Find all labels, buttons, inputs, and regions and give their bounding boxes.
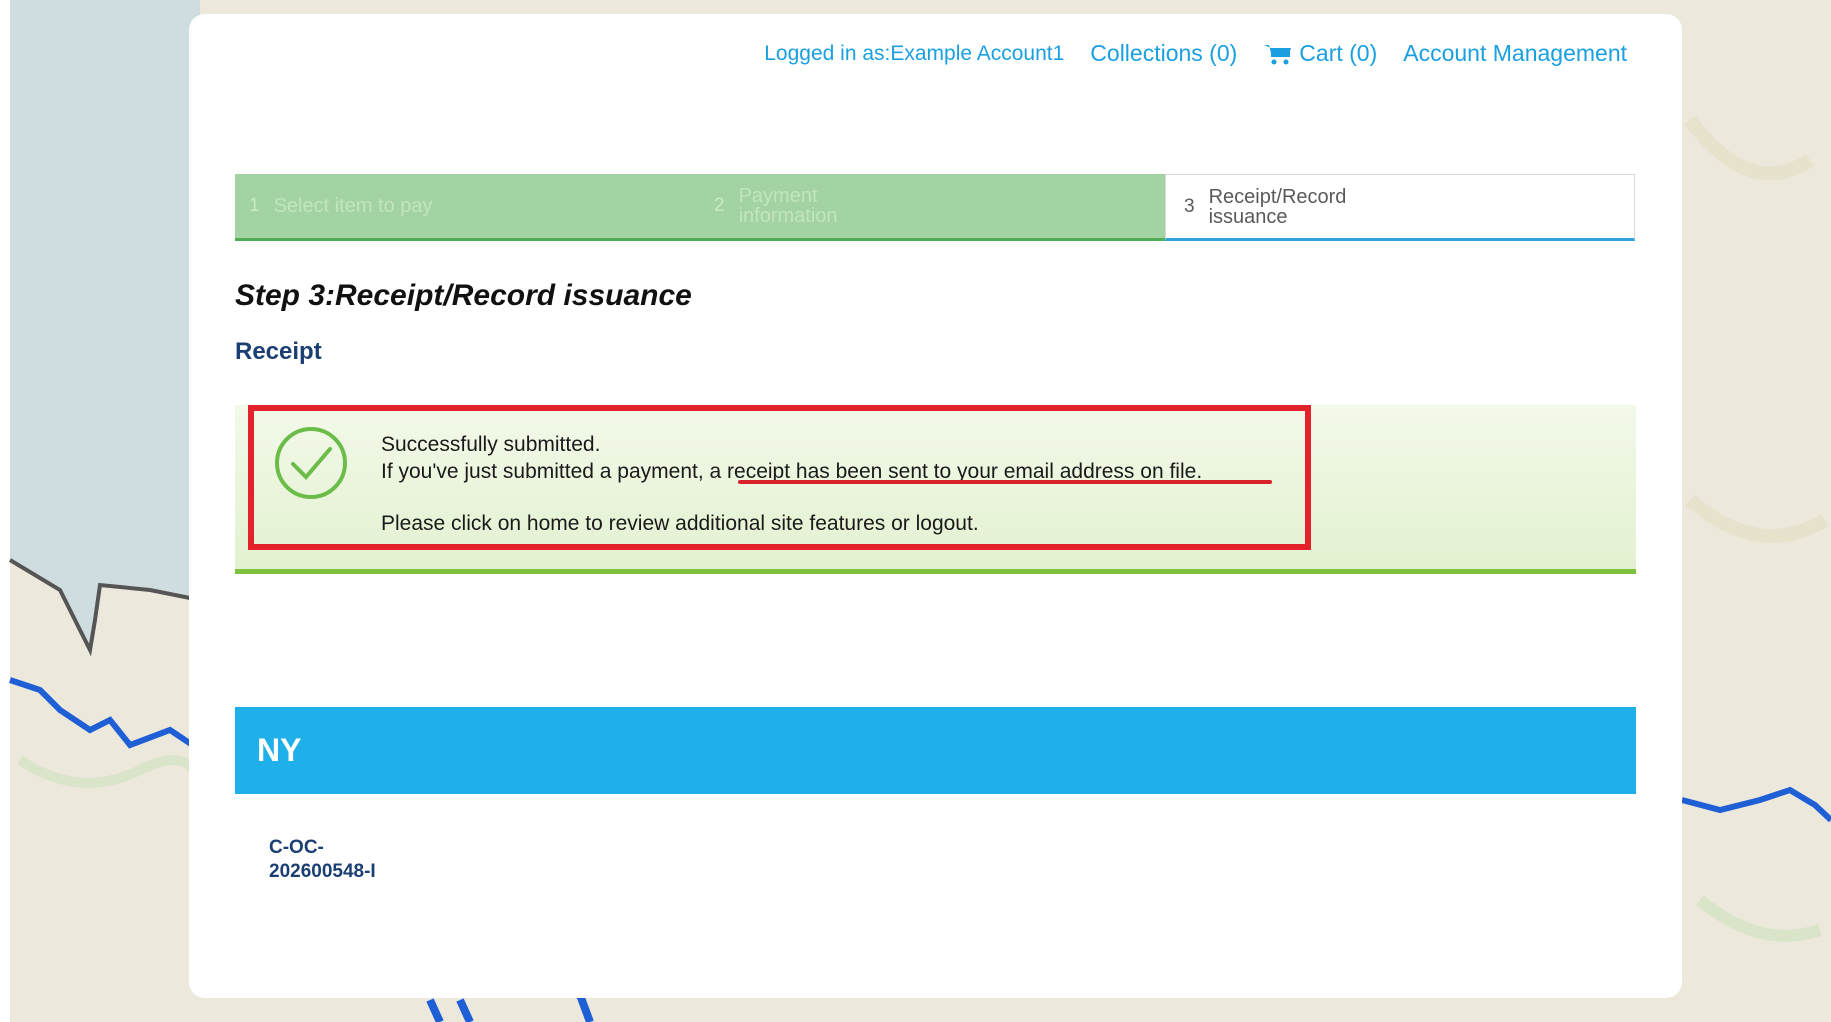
logged-in-link[interactable]: Logged in as:Example Account1	[764, 42, 1064, 66]
record-group-header: NY	[235, 707, 1636, 794]
account-management-link[interactable]: Account Management	[1403, 40, 1627, 67]
step-indicator: 1 Select item to pay 2 Payment informati…	[235, 174, 1635, 241]
step-3-label: Receipt/Record issuance	[1208, 185, 1347, 228]
check-circle-icon	[275, 427, 347, 499]
step-3-number: 3	[1184, 195, 1195, 217]
record-group-title: NY	[257, 732, 302, 768]
success-title: Successfully submitted.	[381, 433, 601, 456]
top-navigation: Logged in as:Example Account1 Collection…	[738, 40, 1627, 67]
receipt-heading: Receipt	[235, 338, 322, 365]
step-1-label: Select item to pay	[273, 195, 433, 217]
step-1: 1 Select item to pay	[235, 174, 700, 241]
cart-link[interactable]: Cart (0)	[1263, 40, 1377, 67]
step-2-number: 2	[714, 195, 725, 216]
cart-label: Cart (0)	[1299, 40, 1378, 66]
annotation-underline	[738, 480, 1272, 484]
success-message-box: Successfully submitted. If you've just s…	[235, 405, 1636, 574]
step-1-number: 1	[249, 195, 260, 216]
step-2-label: Payment information	[738, 185, 838, 227]
step-3: 3 Receipt/Record issuance	[1165, 174, 1635, 241]
main-panel: Logged in as:Example Account1 Collection…	[189, 14, 1682, 998]
collections-link[interactable]: Collections (0)	[1090, 40, 1237, 67]
receipt-message-prefix: If you've just submitted a payment,	[381, 460, 710, 483]
cart-icon	[1264, 44, 1292, 64]
step-2: 2 Payment information	[700, 174, 1165, 241]
page-title: Step 3:Receipt/Record issuance	[235, 279, 692, 312]
home-logout-message: Please click on home to review additiona…	[381, 512, 979, 535]
record-id-link[interactable]: C-OC-202600548-I	[269, 836, 389, 884]
